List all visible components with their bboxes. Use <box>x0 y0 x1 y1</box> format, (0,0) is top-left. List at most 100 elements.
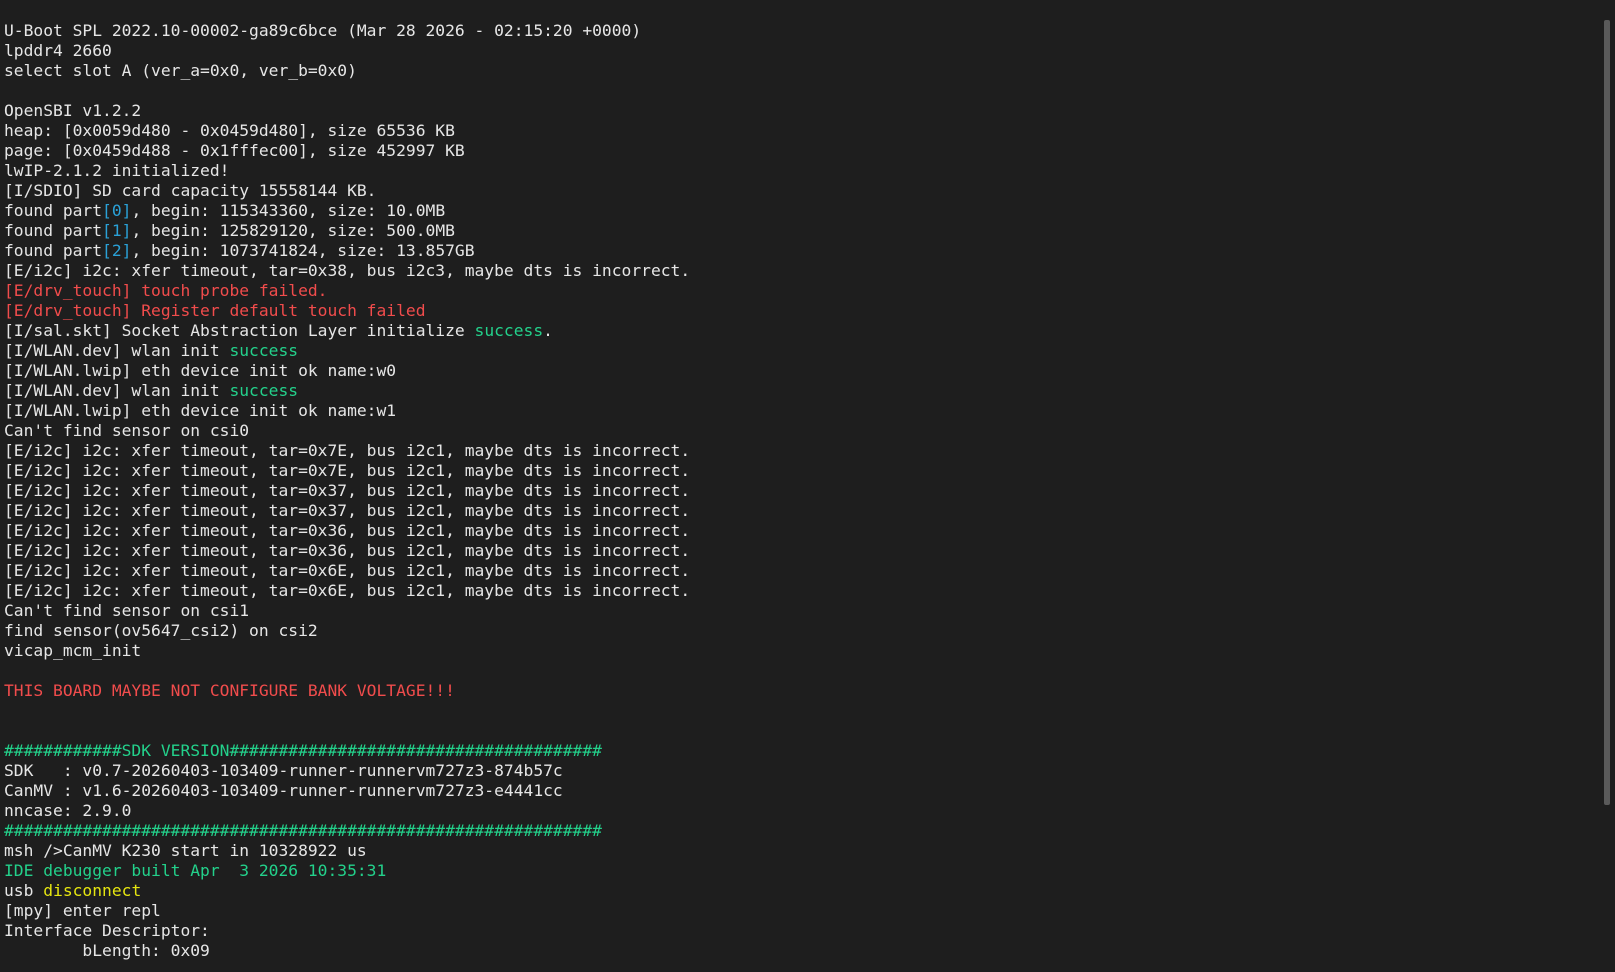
terminal-line: [I/sal.skt] Socket Abstraction Layer ini… <box>4 321 690 341</box>
terminal-text-segment: [E/i2c] i2c: xfer timeout, tar=0x36, bus… <box>4 541 691 560</box>
terminal-line: SDK : v0.7-20260403-103409-runner-runner… <box>4 761 690 781</box>
terminal-text-segment: [E/i2c] i2c: xfer timeout, tar=0x37, bus… <box>4 501 691 520</box>
terminal-line: page: [0x0459d488 - 0x1fffec00], size 45… <box>4 141 690 161</box>
terminal-text-segment: msh />CanMV K230 start in 10328922 us <box>4 841 367 860</box>
vertical-scrollbar[interactable] <box>1600 0 1615 972</box>
terminal-text-segment: page: [0x0459d488 - 0x1fffec00], size 45… <box>4 141 465 160</box>
terminal-text-segment: THIS BOARD MAYBE NOT CONFIGURE BANK VOLT… <box>4 681 455 700</box>
terminal-line: [E/drv_touch] touch probe failed. <box>4 281 690 301</box>
terminal-text-segment: success <box>229 381 299 400</box>
terminal-text-segment: [I/WLAN.dev] wlan init <box>4 381 230 400</box>
terminal-line: [E/i2c] i2c: xfer timeout, tar=0x36, bus… <box>4 541 690 561</box>
terminal-text-segment: [E/i2c] i2c: xfer timeout, tar=0x7E, bus… <box>4 441 691 460</box>
terminal-text-segment: OpenSBI v1.2.2 <box>4 101 142 120</box>
terminal-line: THIS BOARD MAYBE NOT CONFIGURE BANK VOLT… <box>4 681 690 701</box>
terminal-text-segment: [I/sal.skt] Socket Abstraction Layer ini… <box>4 321 475 340</box>
terminal-text-segment: Can't find sensor on csi0 <box>4 421 250 440</box>
terminal-text-segment: [E/i2c] i2c: xfer timeout, tar=0x6E, bus… <box>4 561 691 580</box>
terminal-line: [E/i2c] i2c: xfer timeout, tar=0x6E, bus… <box>4 561 690 581</box>
terminal-text-segment: [E/drv_touch] touch probe failed. <box>4 281 328 300</box>
terminal-text-segment: lwIP-2.1.2 initialized! <box>4 161 230 180</box>
terminal-line: CanMV : v1.6-20260403-103409-runner-runn… <box>4 781 690 801</box>
terminal-line: [mpy] enter repl <box>4 901 690 921</box>
terminal-line: find sensor(ov5647_csi2) on csi2 <box>4 621 690 641</box>
terminal-text-segment: [E/i2c] i2c: xfer timeout, tar=0x6E, bus… <box>4 581 691 600</box>
scrollbar-thumb[interactable] <box>1604 20 1610 805</box>
terminal-line: [I/WLAN.lwip] eth device init ok name:w1 <box>4 401 690 421</box>
terminal-text-segment: , begin: 115343360, size: 10.0MB <box>131 201 446 220</box>
terminal-text-segment: [0] <box>102 201 132 220</box>
terminal-text-segment: found part <box>4 201 103 220</box>
terminal-text-segment: found part <box>4 221 103 240</box>
terminal-text-segment: [E/i2c] i2c: xfer timeout, tar=0x37, bus… <box>4 481 691 500</box>
terminal-line: heap: [0x0059d480 - 0x0459d480], size 65… <box>4 121 690 141</box>
terminal-line: ############SDK VERSION#################… <box>4 741 690 761</box>
terminal-text-segment: [I/SDIO] SD card capacity 15558144 KB. <box>4 181 377 200</box>
terminal-text-segment: find sensor(ov5647_csi2) on csi2 <box>4 621 318 640</box>
terminal-line: msh />CanMV K230 start in 10328922 us <box>4 841 690 861</box>
terminal-line: Interface Descriptor: <box>4 921 690 941</box>
terminal-line: found part[1], begin: 125829120, size: 5… <box>4 221 690 241</box>
terminal-line: [E/i2c] i2c: xfer timeout, tar=0x7E, bus… <box>4 441 690 461</box>
terminal-text-segment: [E/i2c] i2c: xfer timeout, tar=0x38, bus… <box>4 261 691 280</box>
terminal-text-segment: vicap_mcm_init <box>4 641 142 660</box>
terminal-line: [E/drv_touch] Register default touch fai… <box>4 301 690 321</box>
terminal-line: U-Boot SPL 2022.10-00002-ga89c6bce (Mar … <box>4 21 690 41</box>
terminal-line: IDE debugger built Apr 3 2026 10:35:31 <box>4 861 690 881</box>
terminal-text-segment: bLength: 0x09 <box>4 941 210 960</box>
terminal-line: Can't find sensor on csi1 <box>4 601 690 621</box>
terminal-text-segment: [I/WLAN.lwip] eth device init ok name:w0 <box>4 361 397 380</box>
terminal-text-segment: lpddr4 2660 <box>4 41 112 60</box>
terminal-line: select slot A (ver_a=0x0, ver_b=0x0) <box>4 61 690 81</box>
terminal-text-segment: , begin: 1073741824, size: 13.857GB <box>131 241 475 260</box>
terminal-text-segment: ########################################… <box>4 821 602 840</box>
terminal-line: [E/i2c] i2c: xfer timeout, tar=0x36, bus… <box>4 521 690 541</box>
terminal-text-segment: disconnect <box>43 881 142 900</box>
terminal-line: vicap_mcm_init <box>4 641 690 661</box>
terminal-text-segment: nncase: 2.9.0 <box>4 801 132 820</box>
terminal-text-segment: Can't find sensor on csi1 <box>4 601 250 620</box>
terminal-line: [I/WLAN.dev] wlan init success <box>4 341 690 361</box>
terminal-text-segment: [1] <box>102 221 132 240</box>
terminal-text-segment: . <box>543 321 553 340</box>
terminal-line: lpddr4 2660 <box>4 41 690 61</box>
terminal-text-segment: ############SDK VERSION#################… <box>4 741 602 760</box>
terminal-window[interactable]: U-Boot SPL 2022.10-00002-ga89c6bce (Mar … <box>0 0 1600 972</box>
terminal-text-segment: select slot A (ver_a=0x0, ver_b=0x0) <box>4 61 357 80</box>
terminal-text-segment: CanMV : v1.6-20260403-103409-runner-runn… <box>4 781 563 800</box>
terminal-text-segment: heap: [0x0059d480 - 0x0459d480], size 65… <box>4 121 455 140</box>
terminal-text-segment: [E/i2c] i2c: xfer timeout, tar=0x36, bus… <box>4 521 691 540</box>
terminal-line: bLength: 0x09 <box>4 941 690 961</box>
terminal-text-segment: success <box>229 341 299 360</box>
terminal-line: OpenSBI v1.2.2 <box>4 101 690 121</box>
terminal-text-segment: [I/WLAN.lwip] eth device init ok name:w1 <box>4 401 397 420</box>
terminal-text-segment: IDE debugger built Apr 3 2026 10:35:31 <box>4 861 387 880</box>
terminal-text-segment: [mpy] enter repl <box>4 901 161 920</box>
terminal-line: [E/i2c] i2c: xfer timeout, tar=0x6E, bus… <box>4 581 690 601</box>
terminal-line: [I/WLAN.dev] wlan init success <box>4 381 690 401</box>
terminal-line: [E/i2c] i2c: xfer timeout, tar=0x37, bus… <box>4 481 690 501</box>
terminal-line: nncase: 2.9.0 <box>4 801 690 821</box>
terminal-line: [I/SDIO] SD card capacity 15558144 KB. <box>4 181 690 201</box>
terminal-output[interactable]: U-Boot SPL 2022.10-00002-ga89c6bce (Mar … <box>4 21 690 961</box>
terminal-text-segment: [2] <box>102 241 132 260</box>
terminal-text-segment: , begin: 125829120, size: 500.0MB <box>131 221 455 240</box>
terminal-text-segment: U-Boot SPL 2022.10-00002-ga89c6bce (Mar … <box>4 21 642 40</box>
terminal-text-segment: SDK : v0.7-20260403-103409-runner-runner… <box>4 761 563 780</box>
terminal-line: [I/WLAN.lwip] eth device init ok name:w0 <box>4 361 690 381</box>
terminal-line: [E/i2c] i2c: xfer timeout, tar=0x7E, bus… <box>4 461 690 481</box>
terminal-line: usb disconnect <box>4 881 690 901</box>
terminal-text-segment: found part <box>4 241 103 260</box>
terminal-text-segment: [E/i2c] i2c: xfer timeout, tar=0x7E, bus… <box>4 461 691 480</box>
terminal-line: [E/i2c] i2c: xfer timeout, tar=0x37, bus… <box>4 501 690 521</box>
terminal-text-segment: [I/WLAN.dev] wlan init <box>4 341 230 360</box>
terminal-line: lwIP-2.1.2 initialized! <box>4 161 690 181</box>
terminal-text-segment: Interface Descriptor: <box>4 921 210 940</box>
terminal-line: [E/i2c] i2c: xfer timeout, tar=0x38, bus… <box>4 261 690 281</box>
terminal-text-segment: success <box>474 321 544 340</box>
terminal-line: found part[0], begin: 115343360, size: 1… <box>4 201 690 221</box>
terminal-text-segment: usb <box>4 881 44 900</box>
